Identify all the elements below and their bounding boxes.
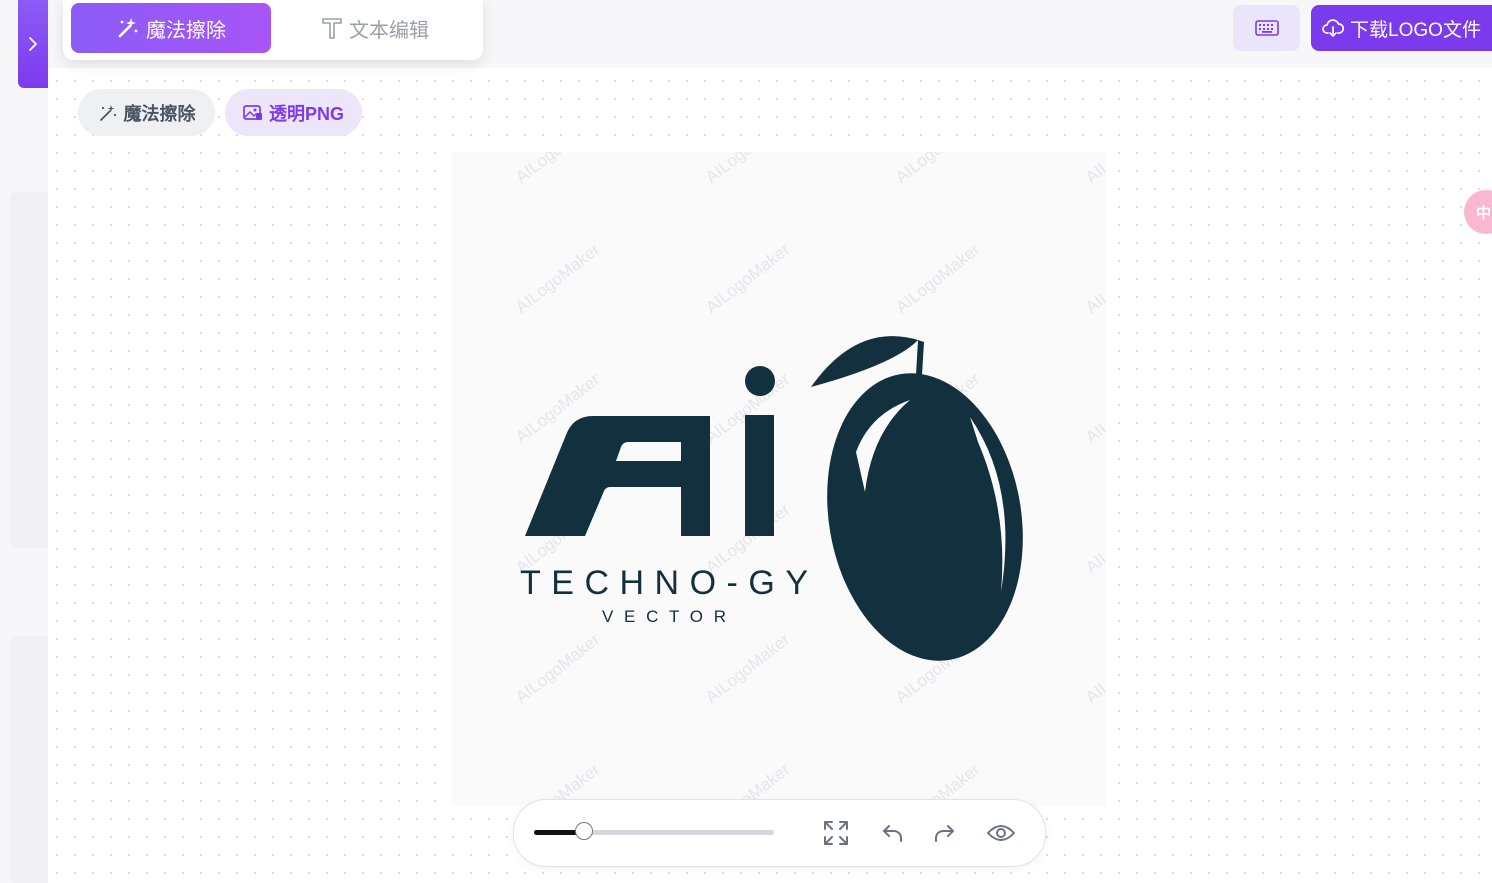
mango-leaf-icon [811, 336, 1023, 661]
transparent-png-button[interactable]: 透明PNG [225, 89, 362, 136]
zoom-slider-thumb[interactable] [575, 822, 594, 840]
rail-panel [10, 636, 48, 883]
tab-text-edit[interactable]: 文本编辑 [285, 3, 465, 53]
logo-canvas[interactable]: AILogoMaker AILogoMaker AILogoMaker AILogoM… [452, 152, 1106, 806]
image-transparent-icon [243, 104, 262, 120]
fullscreen-icon [824, 821, 848, 845]
rail-panel [10, 192, 48, 548]
left-rail [0, 0, 48, 883]
chevron-right-icon [29, 37, 37, 51]
redo-button[interactable] [930, 817, 962, 849]
canvas-controls [513, 799, 1046, 867]
tab-magic-erase[interactable]: 魔法擦除 [71, 3, 271, 53]
zoom-slider[interactable] [534, 822, 774, 840]
magic-wand-icon [99, 104, 116, 121]
keyboard-icon [1254, 20, 1279, 36]
redo-icon [935, 825, 954, 842]
undo-icon [883, 825, 902, 842]
language-switch-label: 中 [1476, 204, 1492, 222]
cloud-download-icon [1322, 19, 1345, 37]
fullscreen-button[interactable] [820, 817, 852, 849]
eye-icon [987, 825, 1015, 841]
transparent-png-label: 透明PNG [268, 103, 344, 124]
undo-button[interactable] [875, 817, 907, 849]
logo-sub-text: VECTOR [602, 607, 726, 626]
magic-erase-button[interactable]: 魔法擦除 [78, 89, 215, 136]
tab-text-edit-label: 文本编辑 [349, 19, 429, 42]
preview-button[interactable] [985, 817, 1017, 849]
logo-mark-ai [525, 366, 775, 536]
logo-artwork: TECHNO-GY VECTOR [520, 336, 1023, 661]
magic-wand-icon [118, 18, 138, 38]
magic-erase-label: 魔法擦除 [123, 103, 196, 124]
sidebar-toggle-button[interactable] [18, 0, 48, 88]
keyboard-shortcuts-button[interactable] [1233, 5, 1300, 51]
tab-magic-erase-label: 魔法擦除 [146, 19, 226, 42]
download-logo-label: 下载LOGO文件 [1350, 19, 1481, 41]
mode-tabs: 魔法擦除 文本编辑 [63, 0, 483, 60]
text-t-icon [322, 18, 342, 39]
logo-main-text: TECHNO-GY [520, 564, 808, 602]
download-logo-button[interactable]: 下载LOGO文件 [1311, 5, 1492, 51]
